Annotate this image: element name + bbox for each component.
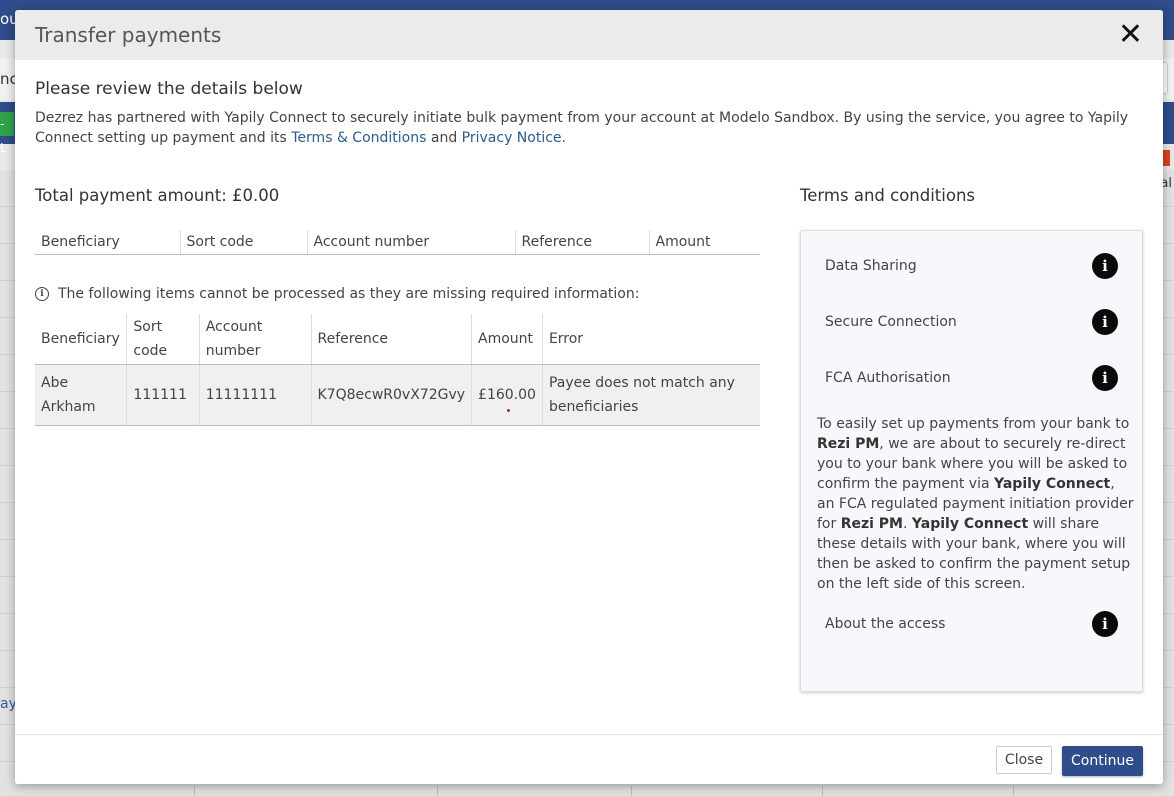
terms-item-label: Data Sharing [825,258,917,274]
payments-table: Beneficiary Sort code Account number Ref… [35,230,760,255]
terms-bold-text: Yapily Connect [994,476,1111,492]
column-header-amount: Amount [471,314,543,365]
terms-bold-text: Rezi PM [817,436,880,452]
background-column-divider [1013,786,1014,796]
payments-table-header-row: Beneficiary Sort code Account number Ref… [35,230,760,255]
intro-text: Dezrez has partnered with Yapily Connect… [35,108,1135,148]
cell-sort-code: 111111 [126,364,200,426]
unprocessable-items-table: Beneficiary Sort code Account number Ref… [35,314,760,426]
info-icon[interactable]: i [1092,253,1118,279]
background-column-divider [822,786,823,796]
table-row: Abe Arkham 111111 11111111 K7Q8ecwR0vX72… [35,364,760,426]
background-column-divider [194,786,195,796]
info-icon[interactable]: i [1092,309,1118,335]
terms-bold-text: Yapily Connect [911,516,1029,532]
column-header-error: Error [541,314,760,365]
cell-account-number: 11111111 [198,364,311,426]
review-heading: Please review the details below [35,79,303,99]
modal-title: Transfer payments [35,23,222,47]
terms-item-label: FCA Authorisation [825,370,951,386]
terms-bold-text: Rezi PM [840,516,903,532]
cell-reference: K7Q8ecwR0vX72Gvy [310,364,472,426]
error-table-header-row: Beneficiary Sort code Account number Ref… [35,314,760,365]
column-header-reference: Reference [514,230,649,255]
info-icon[interactable]: i [1092,365,1118,391]
terms-item-data-sharing[interactable]: Data Sharing i [825,253,1118,281]
intro-text-part: . [561,130,566,146]
cell-beneficiary: Abe Arkham [35,364,127,426]
terms-item-label: About the access [825,616,946,632]
column-header-account-number: Account number [306,230,515,255]
terms-text: . [903,516,912,532]
close-button[interactable]: Close [996,746,1052,774]
terms-item-about-access[interactable]: About the access i [825,611,1118,639]
column-header-beneficiary: Beneficiary [35,314,127,365]
cell-error: Payee does not match any beneficiaries [541,364,760,426]
modal-footer: Close Continue [15,734,1163,784]
error-dot-marker [506,409,510,412]
modal-header: Transfer payments ✕ [15,10,1163,60]
total-payment-amount: Total payment amount: £0.00 [35,186,280,205]
column-header-beneficiary: Beneficiary [35,230,180,255]
intro-text-part: and [426,130,462,146]
terms-conditions-link[interactable]: Terms & Conditions [291,130,426,146]
info-circle-icon: i [35,287,49,301]
terms-item-secure-connection[interactable]: Secure Connection i [825,309,1118,337]
terms-item-fca-authorisation[interactable]: FCA Authorisation i [825,365,1118,393]
terms-text: To easily set up payments from your bank… [817,416,1130,432]
warning-text: The following items cannot be processed … [58,286,640,302]
terms-heading: Terms and conditions [800,186,976,205]
background-column-divider [437,786,438,796]
missing-info-warning: i The following items cannot be processe… [35,286,639,302]
column-header-sort-code: Sort code [179,230,307,255]
column-header-amount: Amount [648,230,760,255]
intro-text-part: Dezrez has partnered with Yapily Connect… [35,110,1129,146]
terms-description: To easily set up payments from your bank… [817,414,1135,594]
background-column-divider [631,786,632,796]
column-header-account-number: Account number [198,314,311,365]
cell-amount: £160.00 [471,364,543,426]
terms-item-label: Secure Connection [825,314,957,330]
cell-amount-value: £160.00 [478,387,536,403]
transfer-payments-modal: Transfer payments ✕ Please review the de… [15,10,1163,784]
column-header-sort-code: Sort code [126,314,200,365]
privacy-notice-link[interactable]: Privacy Notice [462,130,562,146]
background-green-tag: - L [0,112,14,155]
column-header-reference: Reference [310,314,472,365]
close-icon[interactable]: ✕ [1118,16,1143,54]
info-icon[interactable]: i [1092,611,1118,637]
continue-button[interactable]: Continue [1062,746,1143,776]
terms-panel: Data Sharing i Secure Connection i FCA A… [800,230,1143,692]
